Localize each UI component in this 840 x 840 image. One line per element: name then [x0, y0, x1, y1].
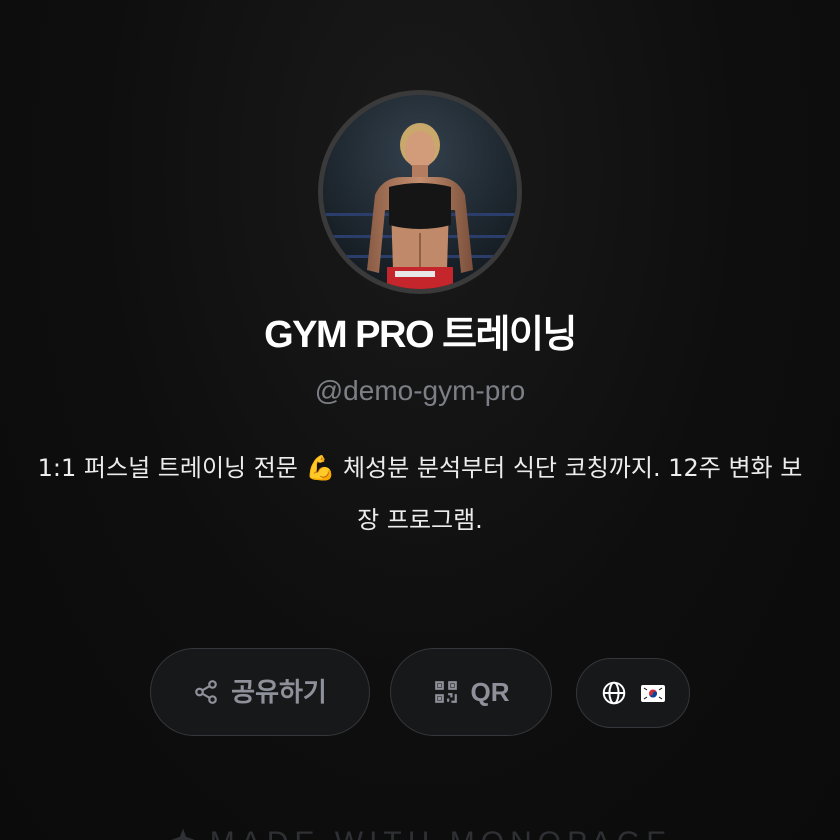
korean-flag-icon	[641, 684, 665, 702]
profile-handle: @demo-gym-pro	[314, 375, 526, 406]
language-button[interactable]	[576, 658, 690, 728]
profile-name: GYM PRO 트레이닝	[264, 314, 577, 356]
avatar	[318, 90, 522, 294]
footer-text: MADE WITH MONOPAGE	[210, 826, 672, 840]
sparkle-icon	[168, 826, 198, 840]
footer[interactable]: MADE WITH MONOPAGE	[0, 820, 840, 840]
share-button[interactable]: 공유하기	[150, 648, 370, 736]
qr-code-icon	[433, 679, 459, 705]
qr-label: QR	[470, 677, 510, 707]
profile-bio: 1:1 퍼스널 트레이닝 전문 💪 체성분 분석부터 식단 코칭까지. 12주 …	[37, 454, 803, 534]
share-icon	[193, 679, 219, 705]
avatar-photo	[323, 95, 517, 289]
globe-icon	[601, 680, 627, 706]
profile-page: GYM PRO 트레이닝 @demo-gym-pro 1:1 퍼스널 트레이닝 …	[0, 0, 840, 840]
qr-button[interactable]: QR	[390, 648, 552, 736]
share-label: 공유하기	[231, 677, 327, 707]
